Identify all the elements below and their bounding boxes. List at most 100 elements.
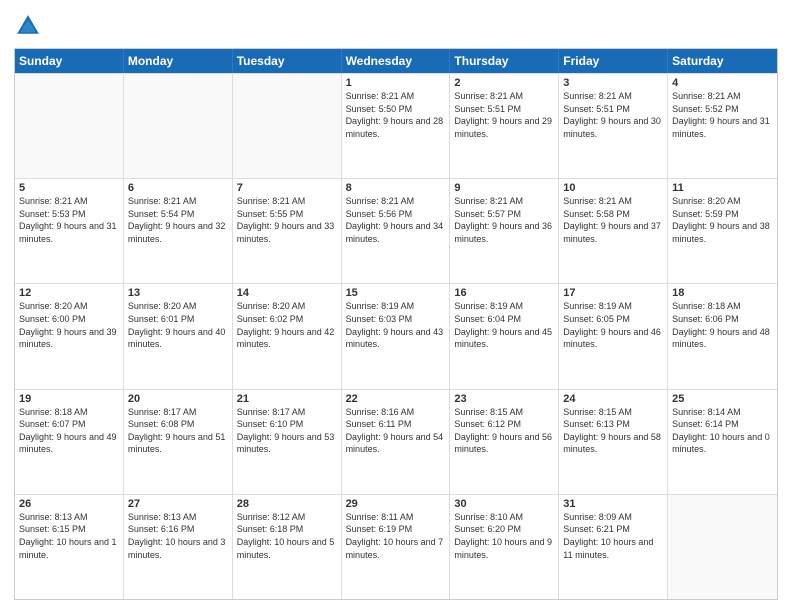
day-number: 4	[672, 77, 773, 89]
calendar-cell: 8Sunrise: 8:21 AMSunset: 5:56 PMDaylight…	[342, 179, 451, 283]
calendar-cell	[124, 74, 233, 178]
cell-info: Sunrise: 8:19 AMSunset: 6:05 PMDaylight:…	[563, 300, 663, 350]
weekday-header: Thursday	[450, 49, 559, 73]
day-number: 3	[563, 77, 663, 89]
calendar-week-row: 1Sunrise: 8:21 AMSunset: 5:50 PMDaylight…	[15, 73, 777, 178]
day-number: 18	[672, 287, 773, 299]
day-number: 15	[346, 287, 446, 299]
cell-info: Sunrise: 8:14 AMSunset: 6:14 PMDaylight:…	[672, 406, 773, 456]
day-number: 30	[454, 498, 554, 510]
cell-info: Sunrise: 8:20 AMSunset: 5:59 PMDaylight:…	[672, 195, 773, 245]
calendar-cell: 16Sunrise: 8:19 AMSunset: 6:04 PMDayligh…	[450, 284, 559, 388]
cell-info: Sunrise: 8:20 AMSunset: 6:01 PMDaylight:…	[128, 300, 228, 350]
calendar-cell: 28Sunrise: 8:12 AMSunset: 6:18 PMDayligh…	[233, 495, 342, 599]
day-number: 25	[672, 393, 773, 405]
cell-info: Sunrise: 8:09 AMSunset: 6:21 PMDaylight:…	[563, 511, 663, 561]
day-number: 2	[454, 77, 554, 89]
cell-info: Sunrise: 8:15 AMSunset: 6:13 PMDaylight:…	[563, 406, 663, 456]
calendar-cell: 12Sunrise: 8:20 AMSunset: 6:00 PMDayligh…	[15, 284, 124, 388]
cell-info: Sunrise: 8:19 AMSunset: 6:04 PMDaylight:…	[454, 300, 554, 350]
weekday-header: Saturday	[668, 49, 777, 73]
cell-info: Sunrise: 8:21 AMSunset: 5:52 PMDaylight:…	[672, 90, 773, 140]
cell-info: Sunrise: 8:12 AMSunset: 6:18 PMDaylight:…	[237, 511, 337, 561]
logo	[14, 12, 46, 40]
day-number: 1	[346, 77, 446, 89]
cell-info: Sunrise: 8:18 AMSunset: 6:07 PMDaylight:…	[19, 406, 119, 456]
calendar-cell: 26Sunrise: 8:13 AMSunset: 6:15 PMDayligh…	[15, 495, 124, 599]
cell-info: Sunrise: 8:21 AMSunset: 5:51 PMDaylight:…	[563, 90, 663, 140]
day-number: 29	[346, 498, 446, 510]
calendar-cell	[15, 74, 124, 178]
cell-info: Sunrise: 8:21 AMSunset: 5:56 PMDaylight:…	[346, 195, 446, 245]
cell-info: Sunrise: 8:21 AMSunset: 5:58 PMDaylight:…	[563, 195, 663, 245]
calendar-cell: 22Sunrise: 8:16 AMSunset: 6:11 PMDayligh…	[342, 390, 451, 494]
weekday-header: Monday	[124, 49, 233, 73]
cell-info: Sunrise: 8:11 AMSunset: 6:19 PMDaylight:…	[346, 511, 446, 561]
day-number: 19	[19, 393, 119, 405]
calendar-cell: 23Sunrise: 8:15 AMSunset: 6:12 PMDayligh…	[450, 390, 559, 494]
calendar-cell	[233, 74, 342, 178]
day-number: 6	[128, 182, 228, 194]
cell-info: Sunrise: 8:21 AMSunset: 5:54 PMDaylight:…	[128, 195, 228, 245]
calendar-body: 1Sunrise: 8:21 AMSunset: 5:50 PMDaylight…	[15, 73, 777, 599]
cell-info: Sunrise: 8:20 AMSunset: 6:02 PMDaylight:…	[237, 300, 337, 350]
calendar-cell: 17Sunrise: 8:19 AMSunset: 6:05 PMDayligh…	[559, 284, 668, 388]
cell-info: Sunrise: 8:13 AMSunset: 6:15 PMDaylight:…	[19, 511, 119, 561]
cell-info: Sunrise: 8:21 AMSunset: 5:50 PMDaylight:…	[346, 90, 446, 140]
calendar-cell: 2Sunrise: 8:21 AMSunset: 5:51 PMDaylight…	[450, 74, 559, 178]
day-number: 27	[128, 498, 228, 510]
cell-info: Sunrise: 8:21 AMSunset: 5:51 PMDaylight:…	[454, 90, 554, 140]
calendar-cell: 6Sunrise: 8:21 AMSunset: 5:54 PMDaylight…	[124, 179, 233, 283]
cell-info: Sunrise: 8:19 AMSunset: 6:03 PMDaylight:…	[346, 300, 446, 350]
logo-icon	[14, 12, 42, 40]
cell-info: Sunrise: 8:21 AMSunset: 5:53 PMDaylight:…	[19, 195, 119, 245]
day-number: 20	[128, 393, 228, 405]
cell-info: Sunrise: 8:18 AMSunset: 6:06 PMDaylight:…	[672, 300, 773, 350]
day-number: 5	[19, 182, 119, 194]
cell-info: Sunrise: 8:10 AMSunset: 6:20 PMDaylight:…	[454, 511, 554, 561]
day-number: 10	[563, 182, 663, 194]
calendar-cell	[668, 495, 777, 599]
calendar-cell: 21Sunrise: 8:17 AMSunset: 6:10 PMDayligh…	[233, 390, 342, 494]
day-number: 9	[454, 182, 554, 194]
calendar-week-row: 26Sunrise: 8:13 AMSunset: 6:15 PMDayligh…	[15, 494, 777, 599]
page: SundayMondayTuesdayWednesdayThursdayFrid…	[0, 0, 792, 612]
day-number: 11	[672, 182, 773, 194]
calendar-cell: 3Sunrise: 8:21 AMSunset: 5:51 PMDaylight…	[559, 74, 668, 178]
day-number: 22	[346, 393, 446, 405]
cell-info: Sunrise: 8:17 AMSunset: 6:08 PMDaylight:…	[128, 406, 228, 456]
cell-info: Sunrise: 8:16 AMSunset: 6:11 PMDaylight:…	[346, 406, 446, 456]
calendar-cell: 1Sunrise: 8:21 AMSunset: 5:50 PMDaylight…	[342, 74, 451, 178]
weekday-header: Sunday	[15, 49, 124, 73]
calendar-cell: 24Sunrise: 8:15 AMSunset: 6:13 PMDayligh…	[559, 390, 668, 494]
calendar-cell: 14Sunrise: 8:20 AMSunset: 6:02 PMDayligh…	[233, 284, 342, 388]
cell-info: Sunrise: 8:13 AMSunset: 6:16 PMDaylight:…	[128, 511, 228, 561]
day-number: 14	[237, 287, 337, 299]
weekday-header: Wednesday	[342, 49, 451, 73]
calendar-cell: 31Sunrise: 8:09 AMSunset: 6:21 PMDayligh…	[559, 495, 668, 599]
day-number: 21	[237, 393, 337, 405]
cell-info: Sunrise: 8:21 AMSunset: 5:57 PMDaylight:…	[454, 195, 554, 245]
day-number: 13	[128, 287, 228, 299]
calendar-cell: 7Sunrise: 8:21 AMSunset: 5:55 PMDaylight…	[233, 179, 342, 283]
calendar-cell: 20Sunrise: 8:17 AMSunset: 6:08 PMDayligh…	[124, 390, 233, 494]
calendar-week-row: 12Sunrise: 8:20 AMSunset: 6:00 PMDayligh…	[15, 283, 777, 388]
calendar-cell: 5Sunrise: 8:21 AMSunset: 5:53 PMDaylight…	[15, 179, 124, 283]
day-number: 7	[237, 182, 337, 194]
day-number: 24	[563, 393, 663, 405]
calendar-week-row: 5Sunrise: 8:21 AMSunset: 5:53 PMDaylight…	[15, 178, 777, 283]
calendar-cell: 29Sunrise: 8:11 AMSunset: 6:19 PMDayligh…	[342, 495, 451, 599]
calendar-cell: 30Sunrise: 8:10 AMSunset: 6:20 PMDayligh…	[450, 495, 559, 599]
day-number: 23	[454, 393, 554, 405]
cell-info: Sunrise: 8:17 AMSunset: 6:10 PMDaylight:…	[237, 406, 337, 456]
calendar-cell: 11Sunrise: 8:20 AMSunset: 5:59 PMDayligh…	[668, 179, 777, 283]
calendar-cell: 9Sunrise: 8:21 AMSunset: 5:57 PMDaylight…	[450, 179, 559, 283]
calendar-cell: 27Sunrise: 8:13 AMSunset: 6:16 PMDayligh…	[124, 495, 233, 599]
day-number: 31	[563, 498, 663, 510]
calendar-cell: 25Sunrise: 8:14 AMSunset: 6:14 PMDayligh…	[668, 390, 777, 494]
day-number: 12	[19, 287, 119, 299]
day-number: 26	[19, 498, 119, 510]
calendar: SundayMondayTuesdayWednesdayThursdayFrid…	[14, 48, 778, 600]
calendar-header: SundayMondayTuesdayWednesdayThursdayFrid…	[15, 49, 777, 73]
day-number: 16	[454, 287, 554, 299]
